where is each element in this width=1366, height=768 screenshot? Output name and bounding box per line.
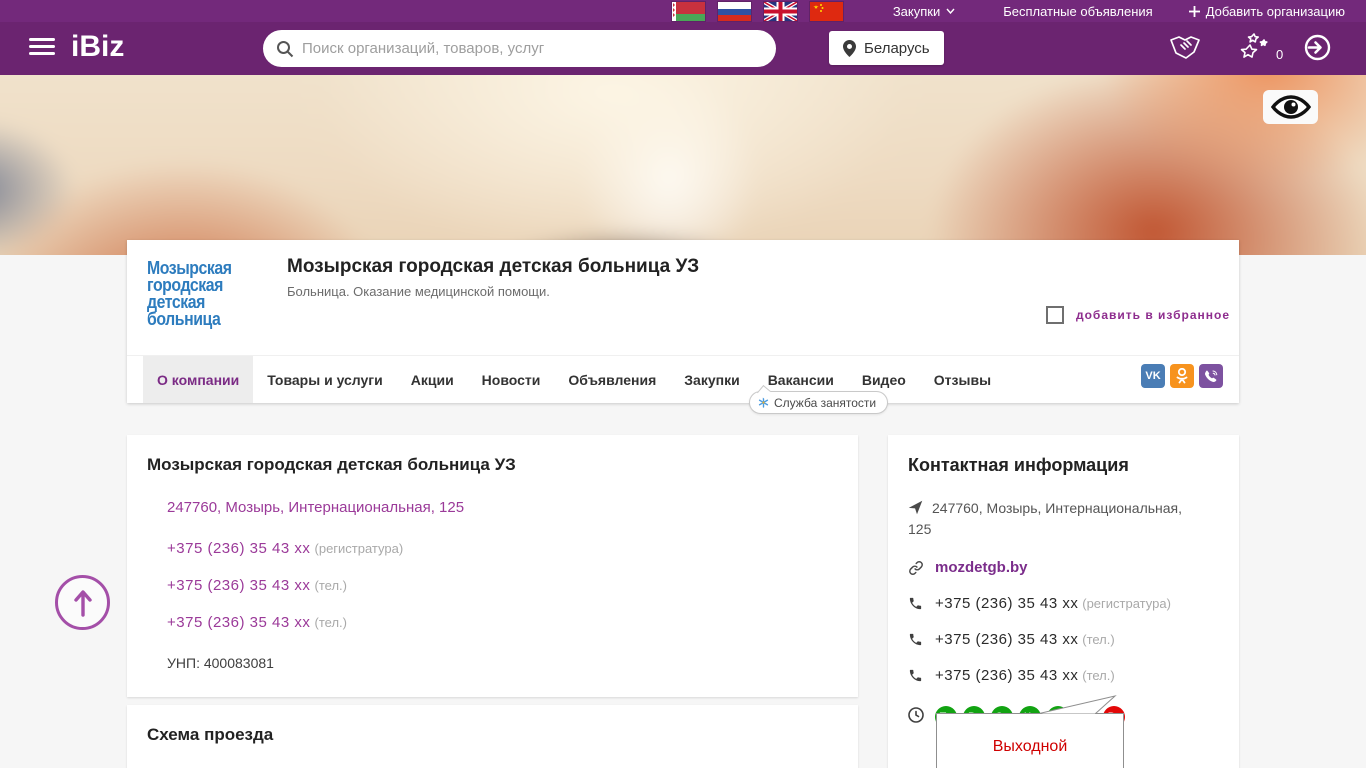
closed-day-label: Выходной xyxy=(992,738,1068,755)
arrow-up-icon xyxy=(73,589,92,617)
navigation-arrow-icon xyxy=(908,500,923,515)
main-header: iBiz Беларусь 0 xyxy=(0,22,1366,75)
phone-link[interactable]: +375 (236) 35 43 xx xyxy=(167,577,310,594)
contact-card-title: Контактная информация xyxy=(908,455,1129,475)
contact-phone-row: +375 (236) 35 43 xx (тел.) xyxy=(908,631,1219,648)
tab-purchases[interactable]: Закупки xyxy=(670,356,753,403)
region-label: Беларусь xyxy=(864,39,930,57)
closed-day-tooltip: Выходной xyxy=(936,695,1124,768)
flag-uk-icon[interactable] xyxy=(763,1,797,21)
tab-promotions[interactable]: Акции xyxy=(397,356,468,403)
hero-cover-image xyxy=(0,75,1366,255)
tab-about[interactable]: О компании xyxy=(143,356,254,403)
favorites-count-badge: 0 xyxy=(1276,47,1284,62)
company-tabs: О компании Товары и услуги Акции Новости… xyxy=(127,355,1239,403)
tab-products[interactable]: Товары и услуги xyxy=(253,356,396,403)
company-title: Мозырская городская детская больница УЗ xyxy=(287,256,700,277)
directions-card: Схема проезда xyxy=(127,705,858,768)
unp-number: УНП: 400083081 xyxy=(167,655,274,671)
accessibility-eye-icon[interactable] xyxy=(1263,90,1318,124)
contact-info-card: Контактная информация 247760, Мозырь, Ин… xyxy=(888,435,1239,768)
plus-icon xyxy=(1188,5,1200,17)
favorite-checkbox[interactable] xyxy=(1045,306,1064,324)
search-icon xyxy=(277,40,294,57)
topbar-zakupki-label: Закупки xyxy=(892,3,941,19)
viber-icon[interactable] xyxy=(1199,364,1223,388)
contact-address-row: 247760, Мозырь, Интернациональная, 125 xyxy=(908,498,1208,540)
company-logo: Мозырская городская детская больница xyxy=(147,258,232,329)
contact-phone-row: +375 (236) 35 43 xx (регистратура) xyxy=(908,595,1219,612)
scroll-to-top-button[interactable] xyxy=(55,575,110,630)
clock-icon xyxy=(908,707,924,723)
login-icon[interactable] xyxy=(1303,33,1332,62)
odnoklassniki-icon[interactable] xyxy=(1170,364,1194,388)
phone-icon xyxy=(908,596,924,611)
contact-phone-row: +375 (236) 35 43 xx (тел.) xyxy=(908,667,1219,684)
language-flags xyxy=(671,1,843,21)
chevron-down-icon xyxy=(946,8,955,14)
search-input[interactable] xyxy=(294,40,776,57)
phone-note: (тел.) xyxy=(314,615,347,630)
contact-website-row: mozdetgb.by xyxy=(908,559,1219,576)
vk-icon[interactable]: VK xyxy=(1141,364,1165,388)
top-bar: Закупки Бесплатные объявления Добавить о… xyxy=(0,0,1366,22)
phone-link[interactable]: +375 (236) 35 43 xx xyxy=(167,614,310,631)
flag-russia-icon[interactable] xyxy=(717,1,751,21)
phone-note: (тел.) xyxy=(314,578,347,593)
phone-icon xyxy=(908,632,924,647)
flag-china-icon[interactable] xyxy=(809,1,843,21)
tab-reviews[interactable]: Отзывы xyxy=(920,356,1005,403)
link-icon xyxy=(908,560,924,576)
company-subtitle: Больница. Оказание медицинской помощи. xyxy=(287,284,550,299)
add-to-favorites: добавить в избранное xyxy=(1045,306,1230,324)
favorites-stars-icon[interactable]: 0 xyxy=(1238,32,1283,62)
company-address-link[interactable]: 247760, Мозырь, Интернациональная, 125 xyxy=(167,499,464,516)
handshake-icon[interactable] xyxy=(1168,34,1202,62)
location-pin-icon xyxy=(843,39,856,57)
hero-photo xyxy=(0,75,1366,255)
search-bar xyxy=(263,30,776,67)
favorite-label[interactable]: добавить в избранное xyxy=(1076,308,1230,322)
contact-phone[interactable]: +375 (236) 35 43 xx xyxy=(935,595,1078,612)
topbar-zakupki-dropdown[interactable]: Закупки xyxy=(893,4,955,19)
site-logo[interactable]: iBiz xyxy=(71,30,124,64)
employment-service-tooltip[interactable]: Служба занятости xyxy=(749,391,889,414)
topbar-add-organization-link[interactable]: Добавить организацию xyxy=(1188,4,1345,19)
flag-belarus-icon[interactable] xyxy=(671,1,705,21)
employment-service-icon xyxy=(758,397,769,408)
contact-address: 247760, Мозырь, Интернациональная, 125 xyxy=(908,500,1183,537)
info-card-title: Мозырская городская детская больница УЗ xyxy=(147,455,516,474)
phone-note: (регистратура) xyxy=(314,541,404,556)
company-info-card: Мозырская городская детская больница УЗ … xyxy=(127,435,858,697)
tooltip-tail xyxy=(1037,695,1117,715)
phone-link[interactable]: +375 (236) 35 43 xx xyxy=(167,540,310,557)
company-header-card: Мозырская городская детская больница Моз… xyxy=(127,240,1239,403)
phone-icon xyxy=(908,668,924,683)
directions-title: Схема проезда xyxy=(147,725,274,744)
tab-news[interactable]: Новости xyxy=(468,356,555,403)
menu-hamburger-icon[interactable] xyxy=(29,38,55,58)
tab-announcements[interactable]: Объявления xyxy=(554,356,670,403)
social-links: VK xyxy=(1141,364,1223,388)
topbar-free-ads-link[interactable]: Бесплатные объявления xyxy=(1003,4,1152,19)
region-selector-button[interactable]: Беларусь xyxy=(829,31,944,65)
contact-phone[interactable]: +375 (236) 35 43 xx xyxy=(935,631,1078,648)
contact-phone[interactable]: +375 (236) 35 43 xx xyxy=(935,667,1078,684)
website-link[interactable]: mozdetgb.by xyxy=(935,559,1028,576)
